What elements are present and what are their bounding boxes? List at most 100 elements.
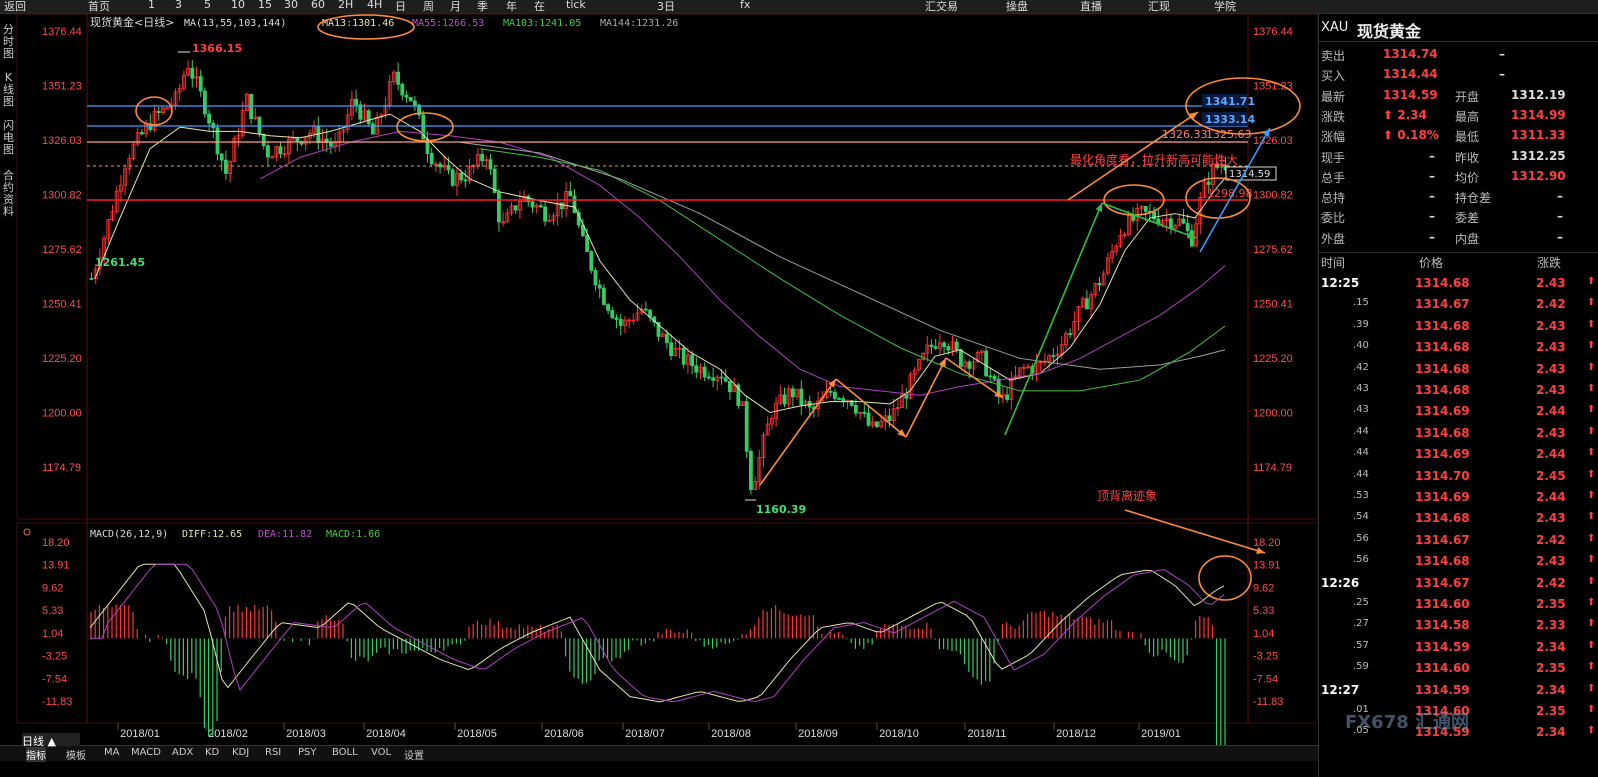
tick-change: 2.42 [1536, 575, 1566, 590]
up-arrow-icon: ⬆ [1587, 597, 1596, 608]
candle-body [198, 76, 203, 92]
tick-price: 1314.59 [1415, 639, 1470, 654]
tick-change: 2.33 [1536, 618, 1566, 633]
candle-body [223, 159, 228, 174]
tick-change: 2.42 [1536, 297, 1566, 312]
indicator-tab-10[interactable]: VOL [371, 747, 391, 758]
tick-price: 1314.58 [1415, 618, 1470, 633]
quote-value: – [1429, 229, 1435, 244]
candle-body [526, 195, 531, 203]
kline-chart[interactable]: 1376.44 1376.441351.23 1351.231326.03 1326.… [0, 0, 1318, 745]
indicator-tab-6[interactable]: KDJ [232, 747, 249, 758]
up-arrow-icon: ⬆ [1587, 639, 1596, 651]
indicator-tab-3[interactable]: MACD [131, 747, 161, 758]
tick-time: .27 [1353, 618, 1369, 630]
candle-body [681, 347, 686, 365]
candle-body [954, 341, 959, 351]
price-axis-label-right: 1250.41 [1253, 298, 1293, 310]
indicator-tab-9[interactable]: BOLL [332, 747, 358, 758]
candle-body [202, 90, 207, 115]
quote-row: 外盘 – 内盘 – [1319, 230, 1598, 250]
candle-body [749, 450, 753, 490]
tick-time: .15 [1353, 297, 1369, 309]
up-arrow-icon: ⬆ [1587, 490, 1596, 501]
quote-row: 委比 – 委差 – [1319, 209, 1598, 229]
tick-price: 1314.67 [1415, 575, 1470, 590]
trend-arrow-head [828, 379, 836, 388]
candle-body [942, 342, 946, 348]
quote-value: – [1429, 168, 1435, 183]
tick-row: .59 1314.60 2.35 ⬆ [1319, 661, 1598, 683]
quote-row: 总持 – 持仓差 – [1319, 189, 1598, 209]
indicator-tab-5[interactable]: KD [205, 747, 219, 758]
tick-price: 1314.60 [1415, 597, 1470, 611]
price-axis-label-left: 1376.44 [42, 26, 82, 38]
macd-axis-label-left: 9.62 [42, 582, 63, 594]
candle-body [1152, 211, 1156, 220]
price-panel [16, 13, 1318, 520]
period-selector[interactable]: 日线 ▲ [22, 733, 80, 748]
macd-dea-line [90, 563, 1225, 703]
candle-body [648, 309, 652, 318]
tick-price: 1314.67 [1415, 532, 1470, 547]
tick-time: .53 [1353, 490, 1369, 501]
indicator-tab-11[interactable]: 设置 [404, 747, 424, 762]
tick-change: 2.43 [1536, 554, 1566, 569]
month-label: 2018/04 [366, 728, 406, 740]
analysis-note: 顶背离迹象 [1097, 488, 1157, 503]
candle-body [959, 349, 963, 367]
candle-body [694, 365, 699, 373]
month-label: 2018/02 [208, 728, 248, 740]
macd-axis-label-left: 5.33 [42, 605, 63, 617]
candle-body [929, 344, 934, 348]
macd-axis-label-right: 13.91 [1253, 560, 1281, 572]
tick-time: 12:26 [1321, 575, 1360, 590]
candle-body [702, 366, 707, 378]
candle-body [866, 412, 871, 426]
price-axis-label-right: 1326.03 [1253, 135, 1293, 147]
quote-label: 委差 [1455, 211, 1480, 226]
tick-row: .25 1314.60 2.35 ⬆ [1319, 597, 1598, 619]
up-arrow-icon: ⬆ [1587, 532, 1596, 544]
tick-header: 时间 价格 涨跌 [1319, 254, 1598, 274]
candle-body [1190, 230, 1194, 247]
candle-body [744, 401, 749, 452]
candle-body [459, 172, 464, 181]
quote-label: 均价 [1455, 170, 1480, 185]
tick-change: 2.35 [1536, 661, 1566, 676]
ma55-line [259, 130, 1226, 396]
indicator-tab-7[interactable]: RSI [265, 747, 281, 758]
indicator-tab-0[interactable]: 指标 [26, 747, 46, 762]
up-arrow-icon: ⬆ [1587, 404, 1596, 416]
up-arrow-icon: ⬆ [1587, 725, 1596, 737]
tick-time: .43 [1353, 383, 1369, 394]
macd-axis-label-right: -7.54 [1253, 673, 1278, 685]
month-label: 2018/12 [1056, 728, 1096, 740]
candle-body [782, 394, 787, 405]
tick-row: .27 1314.58 2.33 ⬆ [1319, 618, 1598, 640]
candle-body [618, 319, 623, 326]
tick-row: .43 1314.69 2.44 ⬆ [1319, 404, 1598, 426]
tick-row: .44 1314.69 2.44 ⬆ [1319, 447, 1598, 469]
tick-change: 2.42 [1536, 532, 1566, 547]
candle-body [791, 388, 795, 398]
price-axis-label-left: 1250.41 [42, 298, 82, 310]
chart-title: 现货黄金<日线> [90, 15, 174, 29]
quote-label: 涨跌 [1321, 109, 1346, 124]
candle-body [1085, 298, 1089, 310]
quote-label: 最低 [1455, 130, 1480, 145]
indicator-tab-2[interactable]: MA [104, 747, 119, 758]
candle-body [265, 145, 270, 158]
indicator-tab-4[interactable]: ADX [172, 747, 193, 758]
quote-label: 内盘 [1455, 231, 1480, 246]
indicator-tab-1[interactable]: 模板 [66, 747, 86, 762]
macd-axis-label-right: 5.33 [1253, 605, 1274, 617]
indicator-tab-8[interactable]: PSY [298, 747, 317, 758]
tick-change: 2.35 [1536, 704, 1566, 718]
month-label: 2018/01 [120, 728, 160, 740]
candle-body [585, 235, 589, 252]
tick-price: 1314.69 [1415, 404, 1470, 419]
last-price-label: 1314.59 [1229, 169, 1270, 180]
tick-change: 2.43 [1536, 340, 1566, 355]
candle-body [480, 153, 485, 162]
